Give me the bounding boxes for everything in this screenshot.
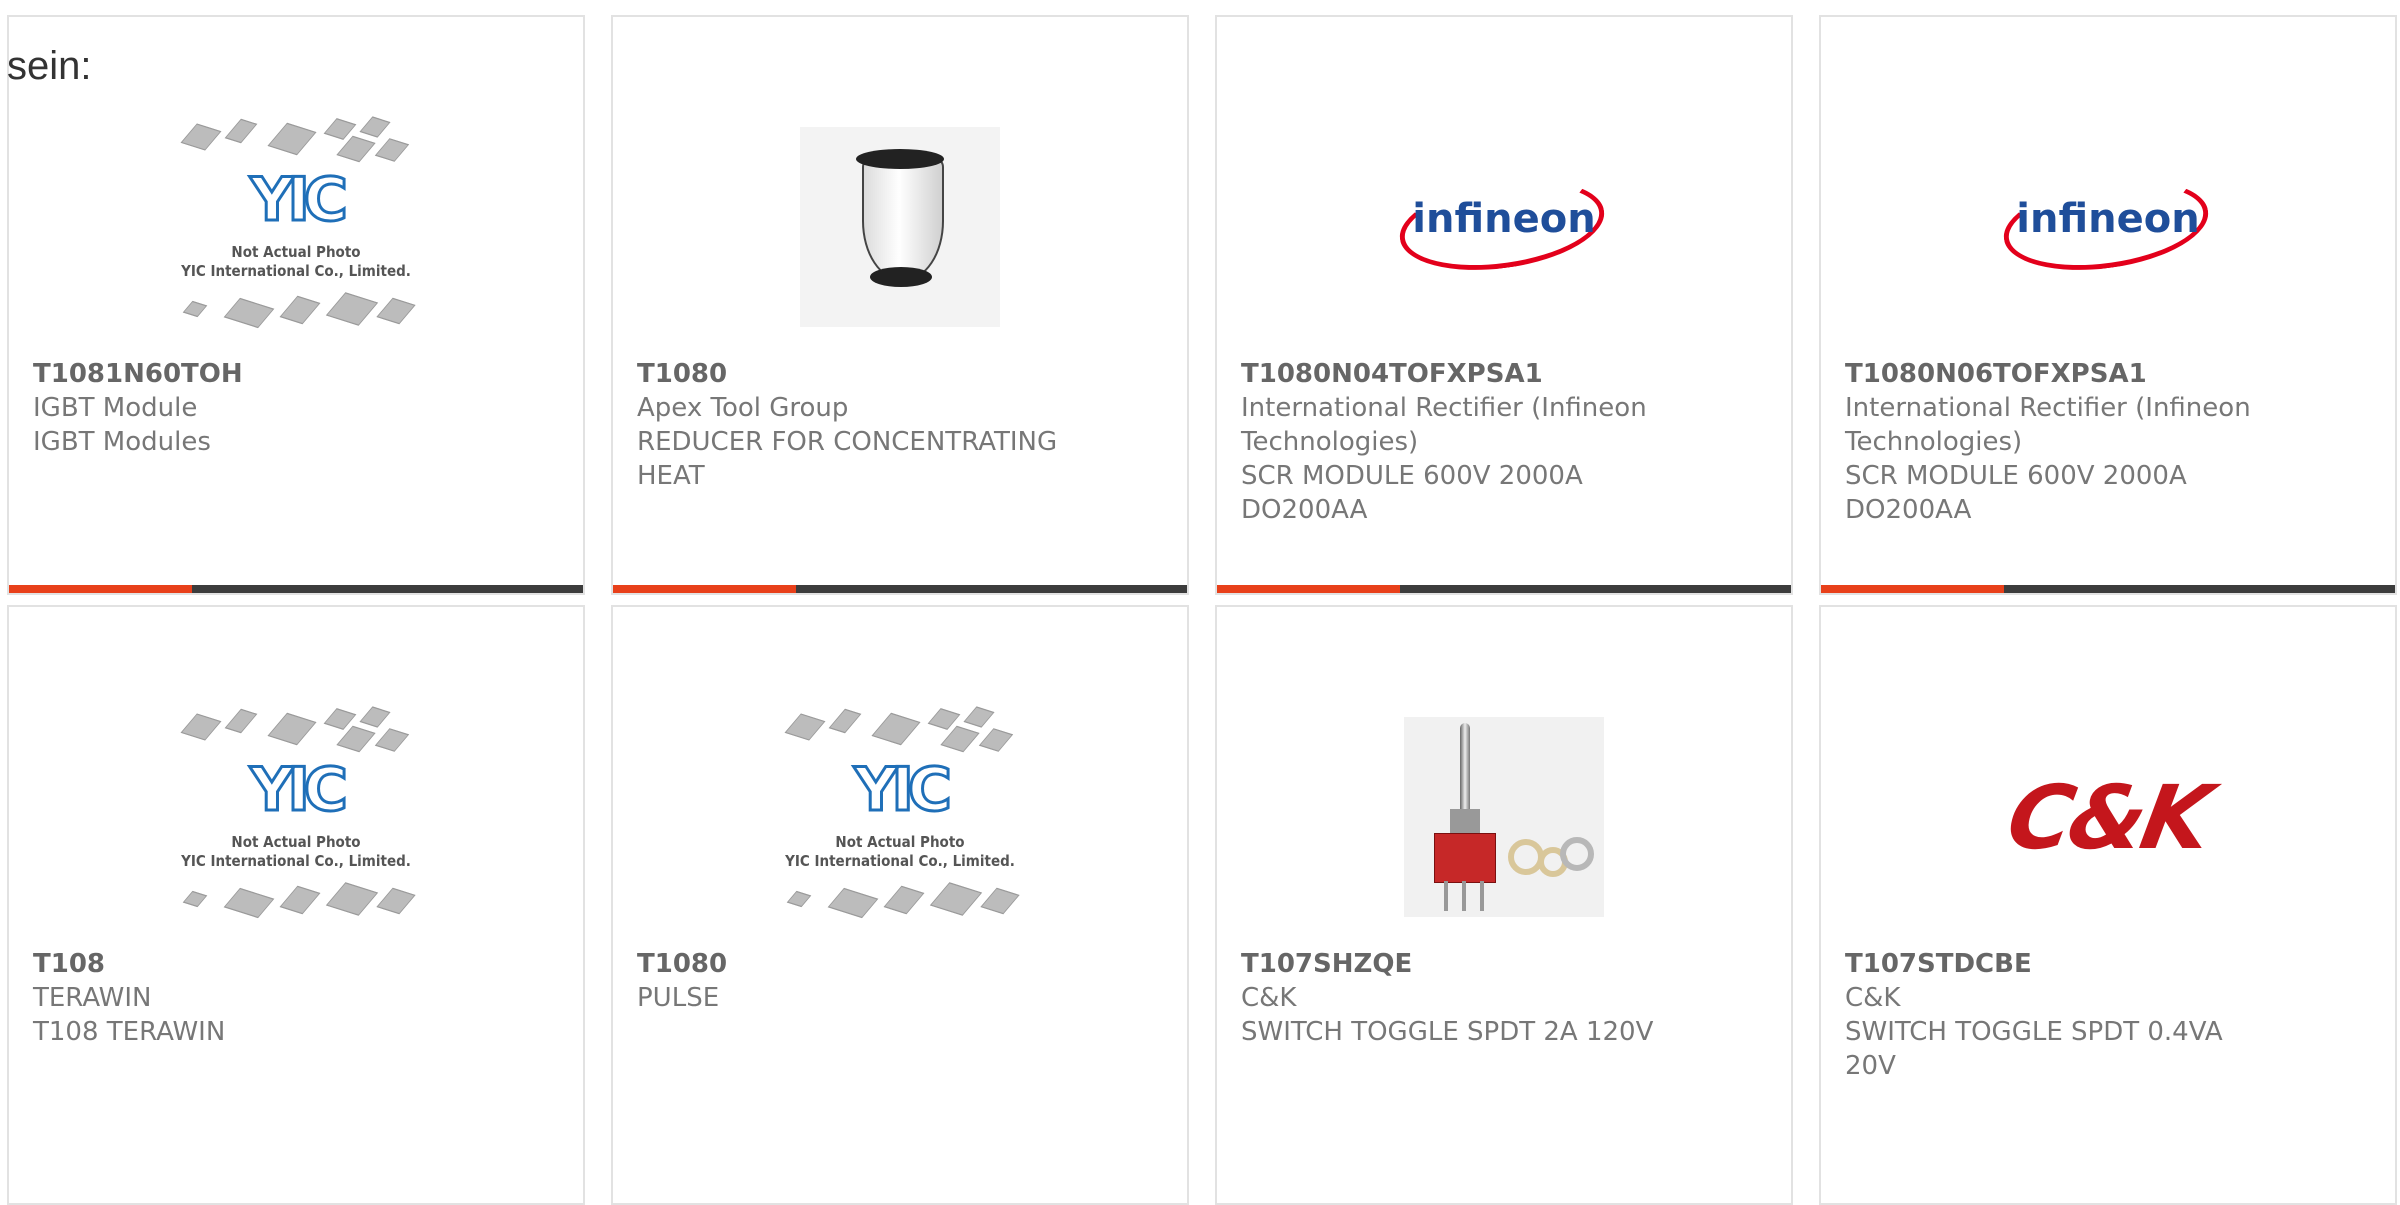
yic-logo: YIC: [249, 754, 350, 827]
product-line: SWITCH TOGGLE SPDT 0.4VA: [1845, 1017, 2223, 1047]
ck-logo: C&K: [2000, 765, 2216, 869]
reducer-nozzle-photo: [800, 127, 1000, 327]
product-line: HEAT: [637, 461, 705, 491]
product-line: SCR MODULE 600V 2000A: [1845, 461, 2187, 491]
product-line: SWITCH TOGGLE SPDT 2A 120V: [1241, 1017, 1654, 1047]
product-info: T108 TERAWIN T108 TERAWIN: [33, 947, 559, 1049]
product-card[interactable]: T1080 Apex Tool Group REDUCER FOR CONCEN…: [611, 15, 1189, 595]
infineon-logo: infineon: [1394, 168, 1610, 282]
product-card[interactable]: T107SHZQE C&K SWITCH TOGGLE SPDT 2A 120V: [1215, 605, 1793, 1205]
placeholder-caption: YIC International Co., Limited.: [785, 852, 1015, 870]
product-line: Apex Tool Group: [637, 393, 849, 423]
card-bottom-bar: [1821, 585, 2395, 593]
product-line: PULSE: [637, 983, 720, 1013]
product-info: T1080 Apex Tool Group REDUCER FOR CONCEN…: [637, 357, 1163, 493]
product-info: T1080N06TOFXPSA1 International Rectifier…: [1845, 357, 2371, 527]
product-line: International Rectifier (Infineon: [1845, 393, 2251, 423]
product-image[interactable]: [1217, 677, 1791, 957]
placeholder-caption: YIC International Co., Limited.: [181, 852, 411, 870]
infineon-logo: infineon: [1998, 168, 2214, 282]
product-line: Technologies): [1845, 427, 2023, 457]
placeholder-caption: Not Actual Photo: [835, 833, 965, 851]
card-bottom-bar: [1217, 585, 1791, 593]
product-image[interactable]: YIC Not Actual Photo YIC International C…: [613, 677, 1187, 957]
product-card[interactable]: infineon T1080N06TOFXPSA1 International …: [1819, 15, 2397, 595]
product-line: DO200AA: [1241, 495, 1368, 525]
product-image[interactable]: YIC Not Actual Photo YIC International C…: [9, 87, 583, 367]
product-line: DO200AA: [1845, 495, 1972, 525]
product-info: T1081N60TOH IGBT Module IGBT Modules: [33, 357, 559, 459]
part-number[interactable]: T1080: [637, 357, 1163, 391]
yic-placeholder-image: YIC Not Actual Photo YIC International C…: [760, 697, 1040, 937]
product-line: IGBT Module: [33, 393, 198, 423]
part-number[interactable]: T1081N60TOH: [33, 357, 559, 391]
yic-placeholder-image: YIC Not Actual Photo YIC International C…: [156, 697, 436, 937]
product-info: T1080 PULSE: [637, 947, 1163, 1015]
product-line: REDUCER FOR CONCENTRATING: [637, 427, 1058, 457]
part-number[interactable]: T107SHZQE: [1241, 947, 1767, 981]
product-image[interactable]: infineon: [1217, 87, 1791, 367]
part-number[interactable]: T1080N04TOFXPSA1: [1241, 357, 1767, 391]
product-card[interactable]: infineon T1080N04TOFXPSA1 International …: [1215, 15, 1793, 595]
product-line: IGBT Modules: [33, 427, 211, 457]
part-number[interactable]: T108: [33, 947, 559, 981]
product-line: SCR MODULE 600V 2000A: [1241, 461, 1583, 491]
page-text-fragment: sein:: [7, 44, 92, 88]
yic-logo: YIC: [853, 754, 954, 827]
toggle-switch-photo: [1404, 717, 1604, 917]
product-info: T107SHZQE C&K SWITCH TOGGLE SPDT 2A 120V: [1241, 947, 1767, 1049]
product-line: 20V: [1845, 1051, 1896, 1081]
product-card[interactable]: YIC Not Actual Photo YIC International C…: [7, 15, 585, 595]
product-image[interactable]: C&K: [1821, 677, 2395, 957]
product-card[interactable]: C&K T107STDCBE C&K SWITCH TOGGLE SPDT 0.…: [1819, 605, 2397, 1205]
part-number[interactable]: T1080N06TOFXPSA1: [1845, 357, 2371, 391]
part-number[interactable]: T1080: [637, 947, 1163, 981]
product-line: C&K: [1845, 983, 1901, 1013]
placeholder-caption: Not Actual Photo: [231, 833, 361, 851]
yic-placeholder-image: YIC Not Actual Photo YIC International C…: [156, 107, 436, 347]
card-bottom-bar: [9, 585, 583, 593]
product-line: C&K: [1241, 983, 1297, 1013]
placeholder-caption: Not Actual Photo: [231, 243, 361, 261]
placeholder-caption: YIC International Co., Limited.: [181, 262, 411, 280]
part-number[interactable]: T107STDCBE: [1845, 947, 2371, 981]
product-info: T1080N04TOFXPSA1 International Rectifier…: [1241, 357, 1767, 527]
product-grid: YIC Not Actual Photo YIC International C…: [0, 0, 2400, 1205]
product-card[interactable]: YIC Not Actual Photo YIC International C…: [7, 605, 585, 1205]
product-card[interactable]: YIC Not Actual Photo YIC International C…: [611, 605, 1189, 1205]
product-line: TERAWIN: [33, 983, 152, 1013]
product-image[interactable]: infineon: [1821, 87, 2395, 367]
product-info: T107STDCBE C&K SWITCH TOGGLE SPDT 0.4VA …: [1845, 947, 2371, 1083]
product-image[interactable]: YIC Not Actual Photo YIC International C…: [9, 677, 583, 957]
product-line: Technologies): [1241, 427, 1419, 457]
product-line: T108 TERAWIN: [33, 1017, 226, 1047]
yic-logo: YIC: [249, 164, 350, 237]
product-image[interactable]: [613, 87, 1187, 367]
card-bottom-bar: [613, 585, 1187, 593]
product-line: International Rectifier (Infineon: [1241, 393, 1647, 423]
